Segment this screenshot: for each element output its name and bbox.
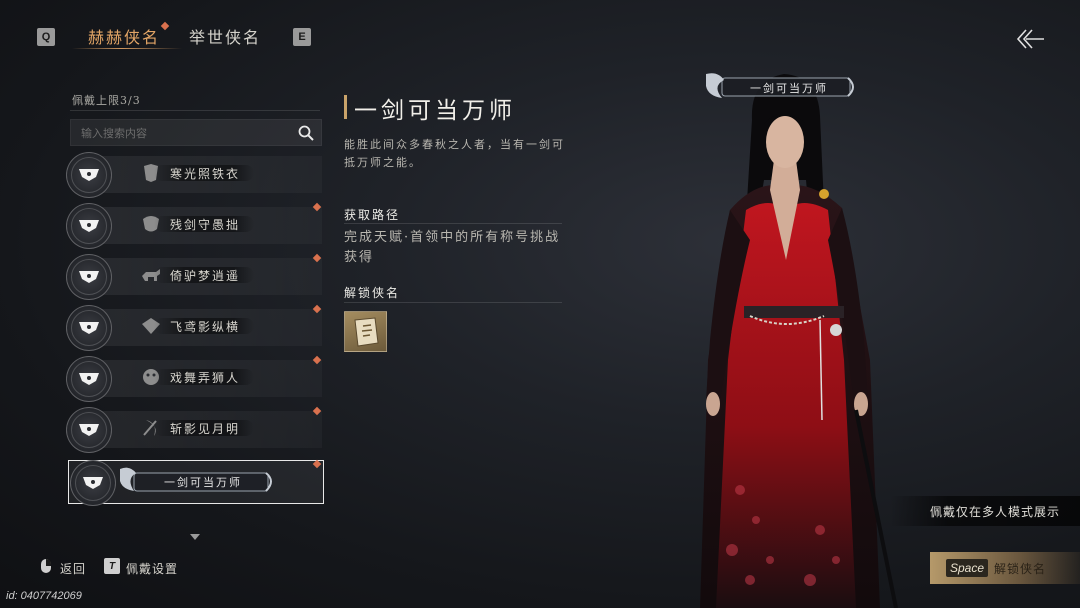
multiplayer-hint: 佩戴仅在多人模式展示 <box>890 496 1080 526</box>
tab-active-underline <box>72 48 182 49</box>
equip-limit-text: 佩戴上限3/3 <box>72 94 141 107</box>
list-item-label: 残剑守愚拙 <box>170 218 241 232</box>
tab-jushi-xiaming[interactable]: 举世侠名 <box>189 24 261 48</box>
list-item-label: 飞鸢影纵横 <box>170 320 241 334</box>
nameplate-label: 一剑可当万师 <box>750 82 828 95</box>
back-arrow-icon[interactable] <box>1012 24 1046 54</box>
medal-icon <box>66 254 112 300</box>
detail-description: 能胜此间众多春秋之人者，当有一剑可抵万师之能。 <box>344 138 565 169</box>
wear-settings-button[interactable]: 佩戴设置 <box>126 560 178 577</box>
list-item-label: 一剑可当万师 <box>164 476 242 489</box>
reward-scroll-item[interactable] <box>344 311 387 352</box>
list-item[interactable]: 飞鸢影纵横 <box>66 304 322 351</box>
user-id: id: 0407742069 <box>6 590 82 602</box>
list-item-label: 寒光照铁衣 <box>170 167 241 181</box>
title-list: 寒光照铁衣 残剑守愚拙 倚驴梦逍遥 飞鸢影纵横 戏舞弄狮人 斩影见月明 一剑可当… <box>66 152 328 512</box>
list-item[interactable]: 斩影见月明 <box>66 406 322 453</box>
medal-icon <box>66 305 112 351</box>
list-item[interactable]: 残剑守愚拙 <box>66 202 322 249</box>
search-icon[interactable] <box>297 124 315 142</box>
next-tab-key[interactable]: E <box>293 28 311 46</box>
tab-hehe-xiaming[interactable]: 赫赫侠名 <box>88 24 160 48</box>
list-item-label: 斩影见月明 <box>170 422 241 436</box>
list-item[interactable]: 倚驴梦逍遥 <box>66 253 322 300</box>
list-item-label: 戏舞弄狮人 <box>170 371 241 385</box>
medal-icon <box>66 152 112 198</box>
character-model <box>700 74 898 608</box>
space-key: Space <box>946 559 989 577</box>
medal-icon <box>66 407 112 453</box>
scroll-icon <box>354 317 379 347</box>
top-tabbar: Q 赫赫侠名 举世侠名 E <box>0 0 1080 56</box>
medal-icon <box>66 356 112 402</box>
medal-icon <box>70 460 116 506</box>
hint-text: 佩戴仅在多人模式展示 <box>930 505 1061 519</box>
list-item-label: 倚驴梦逍遥 <box>170 269 241 283</box>
unlock-button[interactable]: Space 解锁侠名 <box>930 552 1080 584</box>
character-nameplate: 一剑可当万师 <box>700 72 860 102</box>
unlock-label: 解锁侠名 <box>994 562 1047 576</box>
detail-title: 一剑可当万师 <box>354 98 516 124</box>
scroll-down-arrow-icon[interactable] <box>190 534 200 540</box>
divider <box>70 110 320 111</box>
settings-key: T <box>104 558 120 574</box>
list-item[interactable]: 寒光照铁衣 <box>66 152 322 198</box>
unlock-heading: 解锁侠名 <box>344 286 401 300</box>
medal-icon <box>66 203 112 249</box>
search-box <box>70 119 322 146</box>
back-button[interactable]: 返回 <box>60 560 86 577</box>
divider <box>344 302 562 303</box>
source-text: 完成天赋·首领中的所有称号挑战获得 <box>344 230 561 265</box>
source-heading: 获取路径 <box>344 208 401 222</box>
prev-tab-key[interactable]: Q <box>37 28 55 46</box>
list-item-selected[interactable]: 一剑可当万师 <box>66 459 324 506</box>
divider <box>344 223 562 224</box>
search-input[interactable] <box>81 124 281 142</box>
mouse-right-click-icon <box>41 559 51 573</box>
list-item[interactable]: 戏舞弄狮人 <box>66 355 322 402</box>
title-accent-bar <box>344 95 347 119</box>
tab-new-dot <box>160 21 170 31</box>
